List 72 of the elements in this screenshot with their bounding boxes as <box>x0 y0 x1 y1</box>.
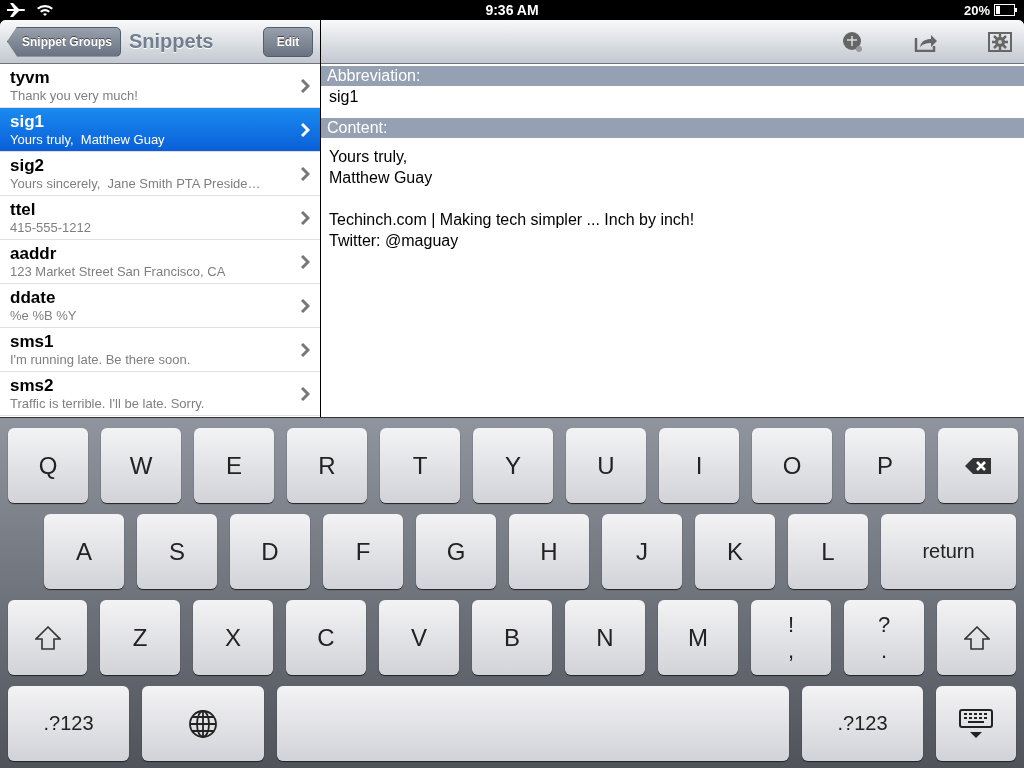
chevron-icon <box>301 166 310 181</box>
snippet-preview: Yours truly, Matthew Guay <box>10 130 166 148</box>
snippet-name: sms2 <box>10 375 55 395</box>
key[interactable]: B <box>472 600 552 675</box>
shift-icon[interactable] <box>963 625 990 650</box>
snippet-list-item[interactable]: sig1 Yours truly, Matthew Guay <box>0 108 320 152</box>
key[interactable]: K <box>695 514 775 589</box>
backspace-icon[interactable] <box>964 456 992 475</box>
key[interactable]: E <box>194 428 274 503</box>
chevron-icon <box>301 342 310 357</box>
key[interactable]: H <box>509 514 589 589</box>
key[interactable]: O <box>752 428 832 503</box>
snippet-preview: Yours sincerely, Jane Smith PTA Preside… <box>10 174 262 192</box>
key[interactable]: S <box>137 514 217 589</box>
key[interactable]: N <box>565 600 645 675</box>
key[interactable]: M <box>658 600 738 675</box>
key[interactable]: A <box>44 514 124 589</box>
key[interactable]: I <box>659 428 739 503</box>
chevron-icon <box>301 254 310 269</box>
section-header: Content: <box>321 118 1024 138</box>
key[interactable]: P <box>845 428 925 503</box>
wifi-icon <box>36 3 54 17</box>
key[interactable]: F <box>323 514 403 589</box>
key[interactable]: X <box>193 600 273 675</box>
chevron-icon <box>301 210 310 225</box>
shift-icon[interactable] <box>34 625 61 650</box>
back-button[interactable]: Snippet Groups <box>7 26 121 57</box>
chevron-icon <box>301 78 310 93</box>
keyboard-hide-icon[interactable] <box>959 708 993 739</box>
key[interactable]: Z <box>100 600 180 675</box>
section-header: Abbreviation: <box>321 66 1024 86</box>
key[interactable]: W <box>101 428 181 503</box>
key[interactable]: G <box>416 514 496 589</box>
status-time: 9:36 AM <box>485 2 539 18</box>
snippet-name: sms1 <box>10 331 55 351</box>
key[interactable]: ? . <box>844 600 924 675</box>
snippet-preview: I'm running late. Be there soon. <box>10 350 192 368</box>
snippet-preview: %e %B %Y <box>10 306 78 324</box>
return-key[interactable]: return <box>881 514 1016 589</box>
snippet-preview: 123 Market Street San Francisco, CA <box>10 262 227 280</box>
chevron-icon <box>301 386 310 401</box>
globe-icon[interactable] <box>188 708 218 739</box>
snippet-preview: Thank you very much! <box>10 86 139 104</box>
key[interactable]: R <box>287 428 367 503</box>
key[interactable]: D <box>230 514 310 589</box>
key[interactable]: ! , <box>751 600 831 675</box>
key[interactable]: U <box>566 428 646 503</box>
settings-icon[interactable] <box>988 31 1012 52</box>
battery-icon <box>994 4 1018 16</box>
key[interactable]: J <box>602 514 682 589</box>
snippet-name: tyvm <box>10 67 51 87</box>
numbers-key[interactable]: .?123 <box>802 686 923 761</box>
content-field[interactable]: Yours truly, Matthew Guay Techinch.com | Making tech simpler ... Inch by inch! Twitter: @maguay <box>321 138 1024 417</box>
key[interactable]: Y <box>473 428 553 503</box>
snippet-name: sig2 <box>10 155 46 175</box>
snippet-preview: 415-555-1212 <box>10 218 92 236</box>
battery-percentage: 20% <box>963 2 990 18</box>
chevron-icon <box>301 122 310 137</box>
chevron-icon <box>301 298 310 313</box>
key[interactable]: V <box>379 600 459 675</box>
key[interactable]: L <box>788 514 868 589</box>
key[interactable]: C <box>286 600 366 675</box>
snippet-name: sig1 <box>10 111 46 131</box>
snippet-name: ddate <box>10 287 57 307</box>
navigation-title: Snippets <box>129 30 215 53</box>
numbers-key[interactable]: .?123 <box>8 686 129 761</box>
snippet-name: aaddr <box>10 243 58 263</box>
key[interactable]: T <box>380 428 460 503</box>
snippet-preview: Traffic is terrible. I'll be late. Sorry. <box>10 394 206 412</box>
airplane-icon <box>6 3 26 17</box>
key[interactable]: Q <box>8 428 88 503</box>
snippet-name: ttel <box>10 199 37 219</box>
